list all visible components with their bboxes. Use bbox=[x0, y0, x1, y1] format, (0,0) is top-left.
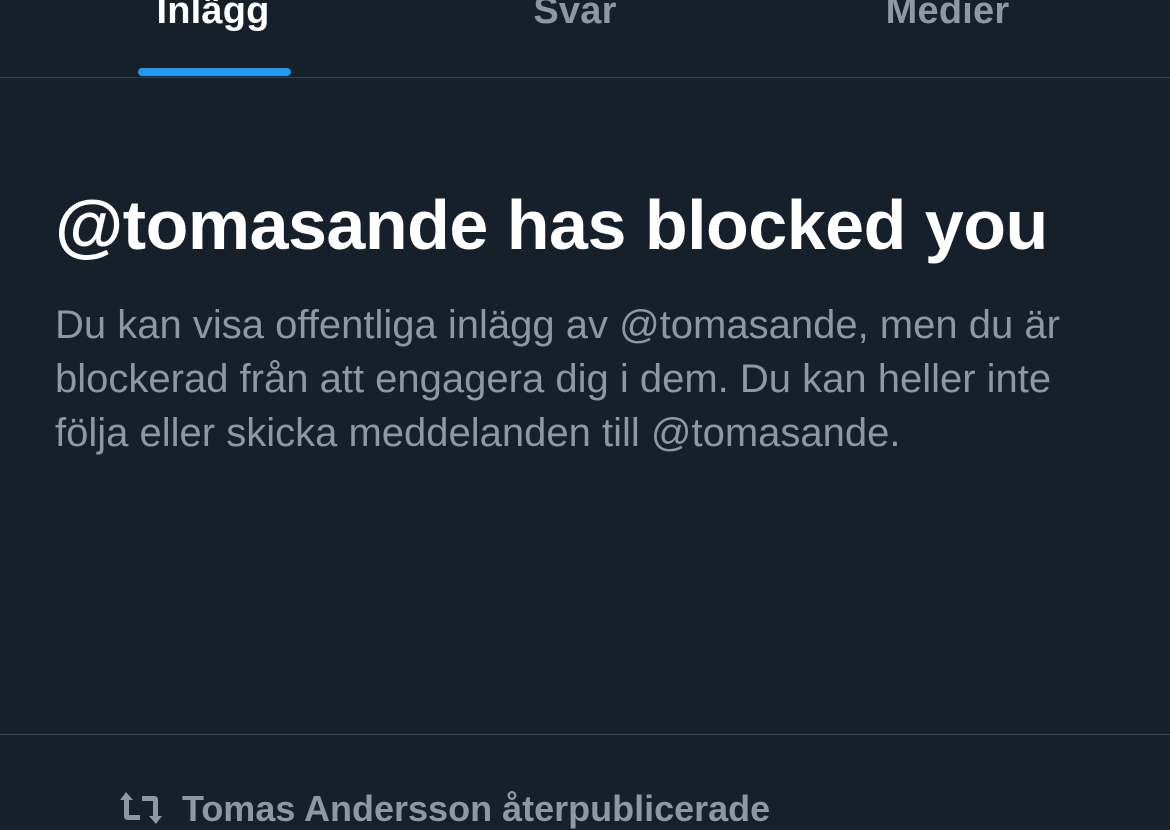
tab-replies-label: Svar bbox=[533, 0, 617, 32]
repost-icon bbox=[120, 792, 162, 824]
tab-posts-label: Inlägg bbox=[156, 0, 270, 32]
repost-header[interactable]: Tomas Andersson återpublicerade bbox=[118, 788, 771, 829]
tab-media[interactable]: Medier bbox=[770, 0, 1125, 78]
tab-posts[interactable]: Inlägg bbox=[58, 0, 368, 78]
tab-replies[interactable]: Svar bbox=[430, 0, 720, 78]
section-divider bbox=[0, 734, 1170, 735]
blocked-description: Du kan visa offentliga inlägg av @tomasa… bbox=[55, 303, 1060, 455]
active-tab-indicator bbox=[138, 68, 291, 76]
profile-tab-bar: Inlägg Svar Medier bbox=[0, 0, 1170, 78]
tab-media-label: Medier bbox=[885, 0, 1010, 32]
repost-label: Tomas Andersson återpublicerade bbox=[182, 788, 771, 829]
blocked-title: @tomasande has blocked you bbox=[55, 186, 1048, 264]
blocked-message: @tomasande has blocked you Du kan visa o… bbox=[55, 186, 1125, 460]
